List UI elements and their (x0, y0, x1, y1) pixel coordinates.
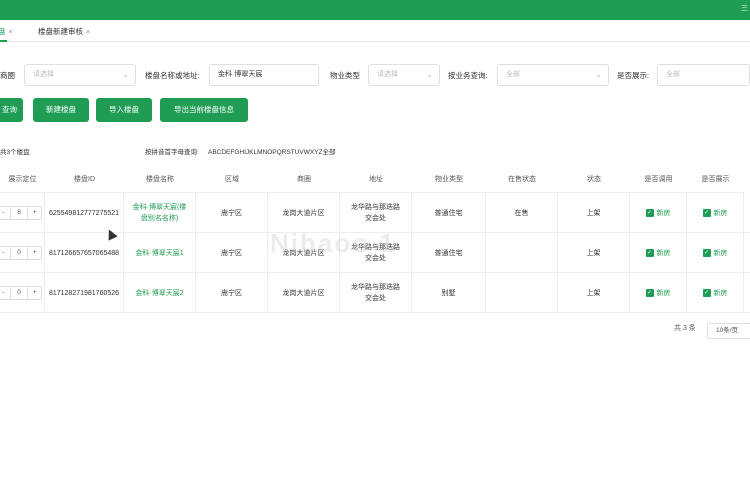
building-name-link[interactable]: 金科·博翠天宸1 (124, 233, 196, 273)
position-value[interactable]: 0 (9, 287, 29, 299)
col-header-id: 楼盘ID (45, 166, 124, 193)
tab-bar: 盘 × 楼盘新建审核 × (0, 22, 750, 42)
position-cell: - 0 + (0, 233, 45, 273)
shown-cell: ✓ 新房 (687, 233, 744, 273)
property-type-label: 物业类型 (330, 71, 360, 80)
chevron-down-icon: ⌄ (595, 70, 602, 79)
export-building-button[interactable]: 导出当前楼盘信息 (160, 98, 248, 122)
position-cell: - 0 + (0, 273, 45, 313)
import-building-button[interactable]: 导入楼盘 (96, 98, 152, 122)
district-cell: 嵩宁区 (196, 193, 268, 233)
position-value[interactable]: 8 (9, 207, 29, 219)
display-label: 是否展示: (617, 71, 650, 80)
increment-button[interactable]: + (28, 247, 41, 259)
address-cell: 龙华路与那迭路交会处 (340, 193, 412, 233)
shown-checkbox[interactable]: ✓ 新房 (702, 248, 728, 259)
check-icon: ✓ (645, 289, 654, 297)
address-cell: 龙华路与那迭路交会处 (340, 273, 412, 313)
col-header-area: 商圈 (268, 166, 340, 193)
position-value[interactable]: 0 (9, 247, 29, 259)
business-area-select[interactable]: 请选择 ⌄ (24, 64, 136, 86)
page-size-select[interactable]: 10条/页 (707, 323, 750, 339)
col-header-status: 状态 (558, 166, 630, 193)
type-cell: 别墅 (412, 273, 486, 313)
check-icon: ✓ (702, 289, 711, 297)
sale-status-cell (486, 233, 558, 273)
position-stepper[interactable]: - 0 + (0, 246, 42, 260)
tab-building-review[interactable]: 楼盘新建审核 × (38, 22, 90, 42)
called-cell: ✓ 新房 (630, 273, 687, 313)
new-building-button[interactable]: 新建楼盘 (33, 98, 89, 122)
chevron-down-icon: ⌄ (426, 70, 433, 79)
increment-button[interactable]: + (28, 207, 41, 219)
filter-bar: 商圈 请选择 ⌄ 楼盘名称或地址: 金科·博翠天宸 物业类型 请选择 ⌄ 按业务… (0, 64, 750, 86)
col-header-type: 物业类型 (412, 166, 486, 193)
building-name-link[interactable]: 金科·博翠天宸2 (124, 273, 196, 313)
col-header-address: 地址 (340, 166, 412, 193)
watermark: Nihaoo 1 (270, 228, 396, 258)
called-cell: ✓ 新房 (630, 233, 687, 273)
chevron-down-icon: ⌄ (122, 70, 129, 79)
top-header-bar: 三 (0, 0, 750, 20)
position-stepper[interactable]: - 8 + (0, 206, 42, 220)
building-name-link[interactable]: 金科·博翠天宸(楼盘别名名称) (124, 193, 196, 233)
district-cell: 嵩宁区 (196, 273, 268, 313)
col-header-position: 展示定位 (0, 166, 45, 193)
name-address-input[interactable]: 金科·博翠天宸 (209, 64, 319, 86)
district-cell: 嵩宁区 (196, 233, 268, 273)
col-header-shown: 是否展示 (687, 166, 744, 193)
table-row: - 0 + 817128271981760526 金科·博翠天宸2 嵩宁区 龙岗… (0, 273, 750, 313)
shown-cell: ✓ 新房 (687, 193, 744, 233)
property-type-select[interactable]: 请选择 ⌄ (368, 64, 440, 86)
check-icon: ✓ (645, 209, 654, 217)
tab-building-list[interactable]: 盘 × (0, 22, 13, 42)
query-button[interactable]: 查询 (0, 98, 23, 122)
called-checkbox[interactable]: ✓ 新房 (645, 208, 671, 219)
business-area-label: 商圈 (0, 71, 15, 80)
sale-status-cell: 在售 (486, 193, 558, 233)
business-query-select[interactable]: 全部 ⌄ (497, 64, 609, 86)
area-cell: 龙岗大道片区 (268, 273, 340, 313)
position-stepper[interactable]: - 0 + (0, 286, 42, 300)
id-cell: 817128271981760526 (45, 273, 124, 313)
called-cell: ✓ 新房 (630, 193, 687, 233)
close-icon[interactable]: × (86, 29, 90, 36)
called-checkbox[interactable]: ✓ 新房 (645, 248, 671, 259)
close-icon[interactable]: × (9, 29, 13, 36)
status-cell: 上架 (558, 273, 630, 313)
increment-button[interactable]: + (28, 287, 41, 299)
tab-label: 盘 (0, 27, 6, 36)
called-checkbox[interactable]: ✓ 新房 (645, 288, 671, 299)
col-header-district: 区域 (196, 166, 268, 193)
sale-status-cell (486, 273, 558, 313)
col-header-sale: 在售状态 (486, 166, 558, 193)
decrement-button[interactable]: - (0, 287, 10, 299)
decrement-button[interactable]: - (0, 207, 10, 219)
check-icon: ✓ (702, 209, 711, 217)
shown-checkbox[interactable]: ✓ 新房 (702, 208, 728, 219)
shown-cell: ✓ 新房 (687, 273, 744, 313)
pagination-total: 共 3 条 (674, 325, 696, 332)
building-count: 共3个楼盘 (0, 149, 30, 156)
pinyin-letter-filter[interactable]: ABCDEFGHIJKLMNOPQRSTUVWXYZ全部 (208, 146, 335, 156)
col-header-name: 楼盘名称 (124, 166, 196, 193)
type-cell: 普通住宅 (412, 233, 486, 273)
check-icon: ✓ (702, 249, 711, 257)
check-icon: ✓ (645, 249, 654, 257)
id-cell: 817126657657065488 (45, 233, 124, 273)
menu-icon[interactable]: 三 (741, 3, 748, 13)
business-query-label: 按业务查询: (448, 71, 488, 80)
decrement-button[interactable]: - (0, 247, 10, 259)
type-cell: 普通住宅 (412, 193, 486, 233)
status-cell: 上架 (558, 233, 630, 273)
shown-checkbox[interactable]: ✓ 新房 (702, 288, 728, 299)
area-cell: 龙岗大道片区 (268, 193, 340, 233)
display-select[interactable]: 全部 (657, 64, 750, 86)
position-cell: - 8 + (0, 193, 45, 233)
status-cell: 上架 (558, 193, 630, 233)
col-header-called: 是否调用 (630, 166, 687, 193)
name-address-label: 楼盘名称或地址: (145, 71, 200, 80)
tab-label: 楼盘新建审核 (38, 27, 83, 36)
pinyin-filter-label: 按拼音首字母查询: (145, 149, 199, 156)
